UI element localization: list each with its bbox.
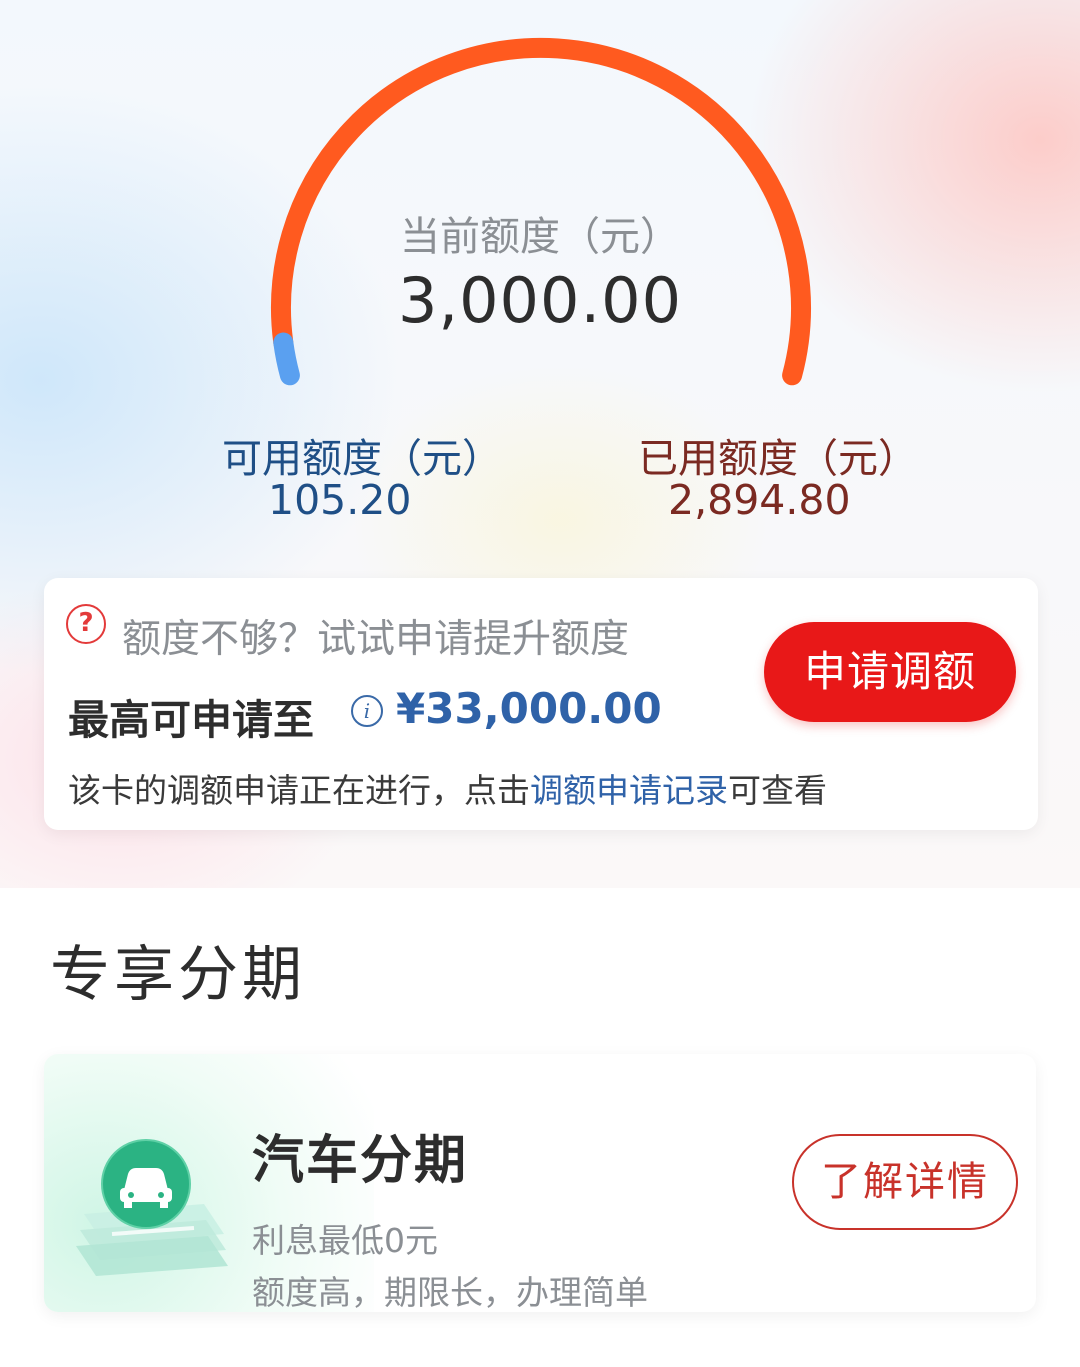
question-icon: ? [66, 604, 106, 644]
learn-more-button[interactable]: 了解详情 [792, 1134, 1018, 1230]
limit-adjust-card: ? 额度不够？试试申请提升额度 最高可申请至 i ¥33,000.00 该卡的调… [44, 578, 1038, 830]
gauge-available-arc [273, 332, 300, 386]
product-desc-interest: 利息最低0元 [252, 1221, 438, 1260]
current-limit-label: 当前额度（元） [400, 214, 680, 260]
adjust-status-note: 该卡的调额申请正在进行，点击调额申请记录可查看 [68, 764, 827, 812]
current-limit-value: 3,000.00 [397, 264, 683, 337]
adjust-note-suffix: 可查看 [728, 771, 827, 810]
info-icon[interactable]: i [351, 695, 383, 727]
adjust-note-prefix: 该卡的调额申请正在进行，点击 [68, 771, 530, 810]
limit-hint-text: 额度不够？试试申请提升额度 [122, 617, 630, 662]
used-limit-value: 2,894.80 [668, 476, 851, 524]
max-apply-label: 最高可申请至 [68, 696, 314, 744]
available-limit-value: 105.20 [268, 476, 412, 524]
car-installment-card[interactable]: 汽车分期 利息最低0元 额度高，期限长，办理简单 了解详情 [44, 1054, 1036, 1312]
product-title: 汽车分期 [252, 1131, 469, 1191]
max-apply-value: ¥33,000.00 [396, 684, 662, 733]
car-icon [76, 1139, 228, 1276]
section-title-installment: 专享分期 [50, 940, 306, 1010]
adjust-record-link[interactable]: 调额申请记录 [530, 771, 728, 810]
apply-adjust-button[interactable]: 申请调额 [764, 622, 1016, 722]
product-desc-features: 额度高，期限长，办理简单 [252, 1273, 648, 1312]
